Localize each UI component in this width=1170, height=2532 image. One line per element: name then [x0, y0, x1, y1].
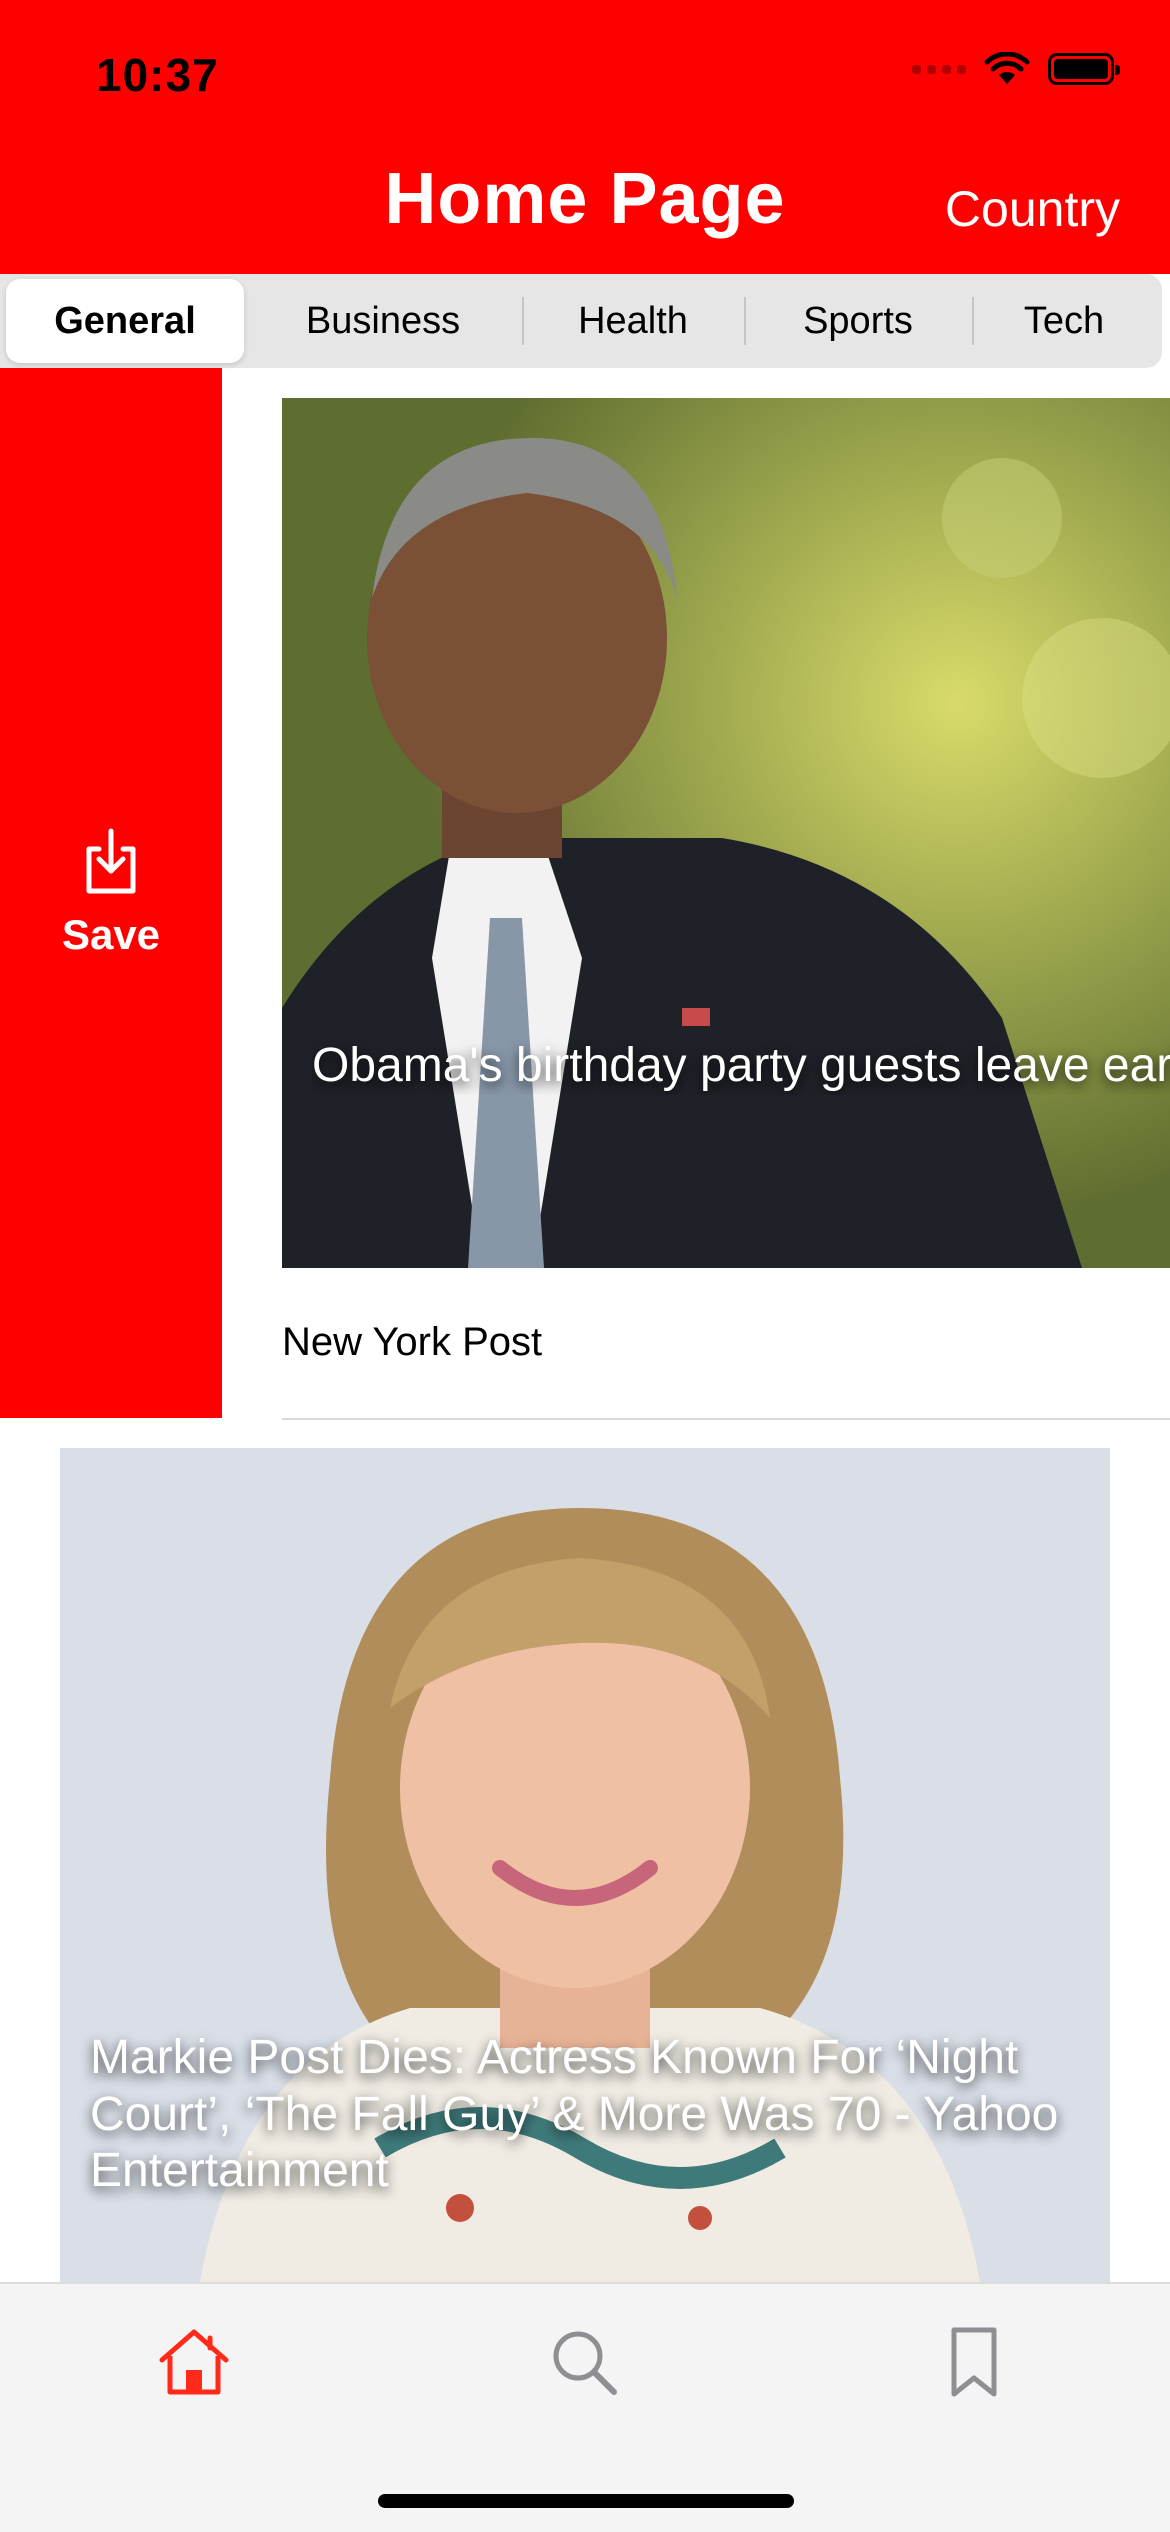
home-icon: [159, 2329, 229, 2395]
navigation-bar: 10:37 Home Page Country: [0, 0, 1170, 274]
search-icon: [553, 2331, 617, 2395]
tab-business[interactable]: Business: [244, 279, 522, 363]
wifi-icon: [984, 52, 1030, 84]
save-label: Save: [61, 911, 161, 958]
save-download-icon: [86, 828, 136, 894]
status-indicators: [912, 52, 1120, 86]
article-card[interactable]: Obama's birthday party guests leave earl…: [282, 398, 1170, 1420]
article-headline: Obama's birthday party guests leave earl…: [312, 1039, 1170, 1092]
status-time: 10:37: [96, 49, 219, 101]
battery-icon: [1048, 53, 1120, 85]
divider: [282, 1418, 1170, 1420]
photo-man-in-suit: [282, 398, 1170, 1268]
tab-home[interactable]: [134, 2312, 254, 2412]
article-headline: Markie Post Dies: Actress Known For ‘Nig…: [90, 2031, 1059, 2198]
tab-search[interactable]: [524, 2312, 644, 2412]
tab-bookmarks[interactable]: [914, 2312, 1034, 2412]
tab-sports[interactable]: Sports: [744, 279, 972, 363]
bookmark-icon: [951, 2327, 997, 2397]
tab-general[interactable]: General: [6, 279, 244, 363]
country-button[interactable]: Country: [945, 180, 1120, 238]
tab-health[interactable]: Health: [522, 279, 744, 363]
article-card[interactable]: Markie Post Dies: Actress Known For ‘Nig…: [60, 1448, 1110, 2282]
category-segmented-control: General Business Health Sports Tech: [0, 274, 1162, 368]
cellular-signal-icon: [912, 64, 966, 74]
article-source: New York Post: [282, 1320, 543, 1364]
save-swipe-action[interactable]: Save: [0, 368, 222, 1418]
article-image: Obama's birthday party guests leave earl…: [282, 398, 1170, 1268]
home-indicator[interactable]: [378, 2494, 794, 2508]
tab-tech[interactable]: Tech: [972, 279, 1156, 363]
